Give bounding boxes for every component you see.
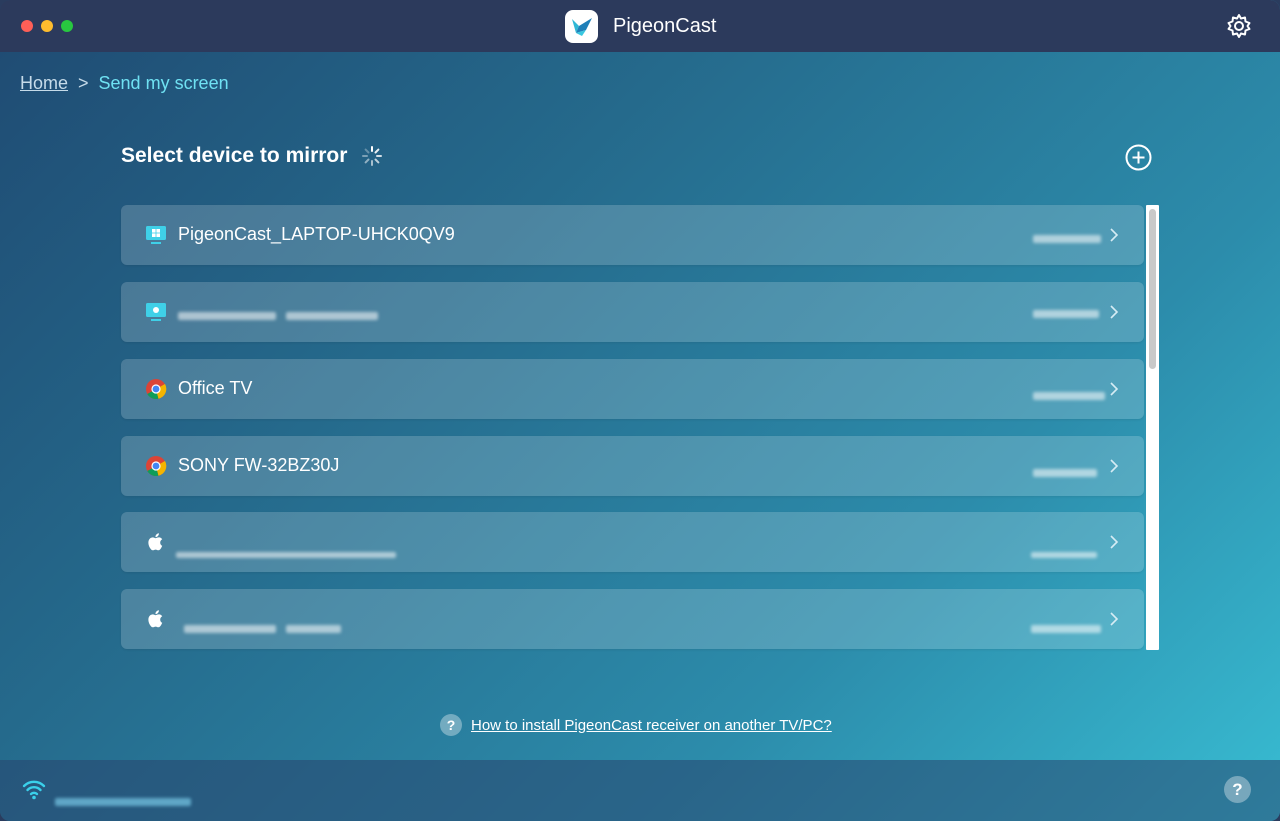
status-bar: ? — [0, 760, 1280, 821]
device-status-redacted — [1033, 392, 1105, 400]
breadcrumb-home-link[interactable]: Home — [20, 73, 68, 94]
breadcrumb-separator: > — [78, 73, 89, 93]
close-window-button[interactable] — [21, 20, 33, 32]
device-row[interactable]: SONY FW-32BZ30J — [121, 436, 1144, 496]
app-window: PigeonCast Home > Send my screen Select … — [0, 0, 1280, 821]
device-name-redacted — [184, 625, 276, 633]
loading-spinner-icon — [362, 146, 383, 166]
plus-circle-icon — [1125, 144, 1152, 171]
device-row[interactable] — [121, 282, 1144, 342]
device-list-scrollbar[interactable] — [1146, 205, 1159, 650]
app-title: PigeonCast — [613, 15, 717, 37]
add-device-button[interactable] — [1125, 144, 1152, 171]
device-name: Office TV — [178, 378, 253, 398]
device-status-redacted — [1033, 469, 1097, 477]
apple-icon — [148, 610, 163, 628]
chevron-right-icon — [1110, 612, 1119, 626]
breadcrumb-current: Send my screen — [98, 73, 229, 93]
chevron-right-icon — [1110, 459, 1119, 473]
device-name: SONY FW-32BZ30J — [178, 455, 340, 475]
chrome-icon — [146, 456, 167, 477]
apple-icon — [148, 533, 163, 551]
window-controls — [21, 20, 73, 32]
network-name-redacted — [55, 798, 191, 806]
device-name-redacted — [176, 552, 396, 558]
device-row[interactable]: Office TV — [121, 359, 1144, 419]
device-row[interactable] — [121, 589, 1144, 649]
monitor-icon — [146, 303, 166, 321]
install-help-link[interactable]: ? How to install PigeonCast receiver on … — [440, 714, 832, 736]
scrollbar-thumb[interactable] — [1149, 209, 1156, 369]
device-status-redacted — [1031, 625, 1101, 633]
gear-icon[interactable] — [1225, 12, 1253, 40]
device-status-redacted — [1031, 552, 1097, 558]
device-row[interactable] — [121, 512, 1144, 572]
device-name-redacted — [286, 312, 378, 320]
install-help-text[interactable]: How to install PigeonCast receiver on an… — [471, 717, 832, 734]
question-icon: ? — [440, 714, 462, 736]
help-button[interactable]: ? — [1224, 776, 1251, 803]
device-name: PigeonCast_LAPTOP-UHCK0QV9 — [178, 224, 455, 244]
chevron-right-icon — [1110, 228, 1119, 242]
title-bar: PigeonCast — [0, 0, 1280, 52]
section-header: Select device to mirror — [121, 144, 383, 168]
minimize-window-button[interactable] — [41, 20, 53, 32]
chevron-right-icon — [1110, 382, 1119, 396]
device-status-redacted — [1033, 235, 1101, 243]
chevron-right-icon — [1110, 535, 1119, 549]
device-status-redacted — [1033, 310, 1099, 318]
breadcrumb: Home > Send my screen — [20, 73, 229, 94]
windows-icon — [146, 226, 166, 244]
pigeoncast-logo-icon — [565, 10, 598, 43]
device-name-redacted — [178, 312, 276, 320]
maximize-window-button[interactable] — [61, 20, 73, 32]
section-title: Select device to mirror — [121, 144, 348, 167]
device-row[interactable]: PigeonCast_LAPTOP-UHCK0QV9 — [121, 205, 1144, 265]
wifi-icon — [22, 780, 46, 800]
app-header: PigeonCast — [565, 10, 716, 43]
device-name-redacted — [286, 625, 341, 633]
device-list: PigeonCast_LAPTOP-UHCK0QV9 Office TV SON… — [121, 205, 1144, 650]
chevron-right-icon — [1110, 305, 1119, 319]
chrome-icon — [146, 379, 167, 400]
